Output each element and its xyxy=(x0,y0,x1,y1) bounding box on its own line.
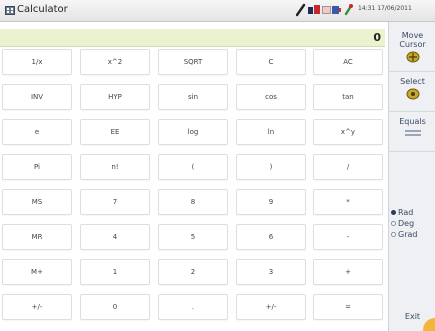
radio-dot xyxy=(391,232,396,237)
angle-mode-group: Rad Deg Grad xyxy=(390,207,434,240)
key-1-3[interactable]: cos xyxy=(236,84,306,110)
key-2-1[interactable]: EE xyxy=(80,119,150,145)
key-0-2[interactable]: SQRT xyxy=(158,49,228,75)
equals-label: Equals xyxy=(399,117,426,126)
key-4-3[interactable]: 9 xyxy=(236,189,306,215)
key-6-3[interactable]: 3 xyxy=(236,259,306,285)
key-2-2[interactable]: log xyxy=(158,119,228,145)
keypad: 1/x x^2 SQRT C AC INV HYP sin cos tan e EE log ln x^y P… xyxy=(0,49,385,331)
move-cursor-label: Move Cursor xyxy=(399,31,426,49)
key-1-0[interactable]: INV xyxy=(2,84,72,110)
key-2-3[interactable]: ln xyxy=(236,119,306,145)
select-cursor-icon xyxy=(406,88,419,100)
key-3-2[interactable]: ( xyxy=(158,154,228,180)
move-cursor-button[interactable]: Move Cursor xyxy=(389,28,435,72)
status-time: 14:31 17/06/2011 xyxy=(358,5,412,12)
radio-dot xyxy=(391,221,396,226)
key-0-3[interactable]: C xyxy=(236,49,306,75)
radio-deg-label: Deg xyxy=(398,219,415,228)
radio-grad-label: Grad xyxy=(398,230,418,239)
radio-dot xyxy=(391,210,396,215)
equals-icon xyxy=(404,130,421,136)
wrench-icon xyxy=(296,3,306,17)
key-7-3[interactable]: +/- xyxy=(236,294,306,320)
calculator-display: 0 xyxy=(0,29,385,47)
calculator-icon xyxy=(5,6,15,15)
key-6-0[interactable]: M+ xyxy=(2,259,72,285)
key-4-0[interactable]: MS xyxy=(2,189,72,215)
key-7-0[interactable]: +/- xyxy=(2,294,72,320)
key-5-1[interactable]: 4 xyxy=(80,224,150,250)
network-icon xyxy=(308,5,320,14)
window-title: Calculator xyxy=(17,4,68,15)
key-3-3[interactable]: ) xyxy=(236,154,306,180)
key-6-1[interactable]: 1 xyxy=(80,259,150,285)
exit-label: Exit xyxy=(404,312,421,321)
title-bar: Calculator 14:31 17/06/2011 xyxy=(0,0,435,22)
key-0-4[interactable]: AC xyxy=(313,49,383,75)
radio-grad[interactable]: Grad xyxy=(390,229,434,240)
radio-rad-label: Rad xyxy=(398,208,414,217)
key-7-1[interactable]: 0 xyxy=(80,294,150,320)
select-label: Select xyxy=(400,77,425,86)
radio-rad[interactable]: Rad xyxy=(390,207,434,218)
key-1-4[interactable]: tan xyxy=(313,84,383,110)
status-area: 14:31 17/06/2011 xyxy=(296,3,432,19)
display-value: 0 xyxy=(373,31,381,44)
key-5-3[interactable]: 6 xyxy=(236,224,306,250)
radio-deg[interactable]: Deg xyxy=(390,218,434,229)
key-2-0[interactable]: e xyxy=(2,119,72,145)
key-0-0[interactable]: 1/x xyxy=(2,49,72,75)
key-6-2[interactable]: 2 xyxy=(158,259,228,285)
key-3-4[interactable]: / xyxy=(313,154,383,180)
key-4-1[interactable]: 7 xyxy=(80,189,150,215)
key-1-1[interactable]: HYP xyxy=(80,84,150,110)
equals-button[interactable]: Equals xyxy=(389,114,435,152)
key-4-4[interactable]: * xyxy=(313,189,383,215)
key-4-2[interactable]: 8 xyxy=(158,189,228,215)
key-5-4[interactable]: - xyxy=(313,224,383,250)
key-2-4[interactable]: x^y xyxy=(313,119,383,145)
sidebar: Move Cursor Select Equals Exit xyxy=(388,22,435,331)
key-6-4[interactable]: + xyxy=(313,259,383,285)
key-3-1[interactable]: n! xyxy=(80,154,150,180)
key-7-2[interactable]: . xyxy=(158,294,228,320)
cursor-move-icon xyxy=(406,51,419,63)
key-5-0[interactable]: MR xyxy=(2,224,72,250)
select-button[interactable]: Select xyxy=(389,74,435,112)
key-1-2[interactable]: sin xyxy=(158,84,228,110)
plug-icon xyxy=(344,4,353,16)
key-5-2[interactable]: 5 xyxy=(158,224,228,250)
key-3-0[interactable]: Pi xyxy=(2,154,72,180)
key-7-4[interactable]: = xyxy=(313,294,383,320)
key-0-1[interactable]: x^2 xyxy=(80,49,150,75)
battery-icon xyxy=(322,6,341,14)
